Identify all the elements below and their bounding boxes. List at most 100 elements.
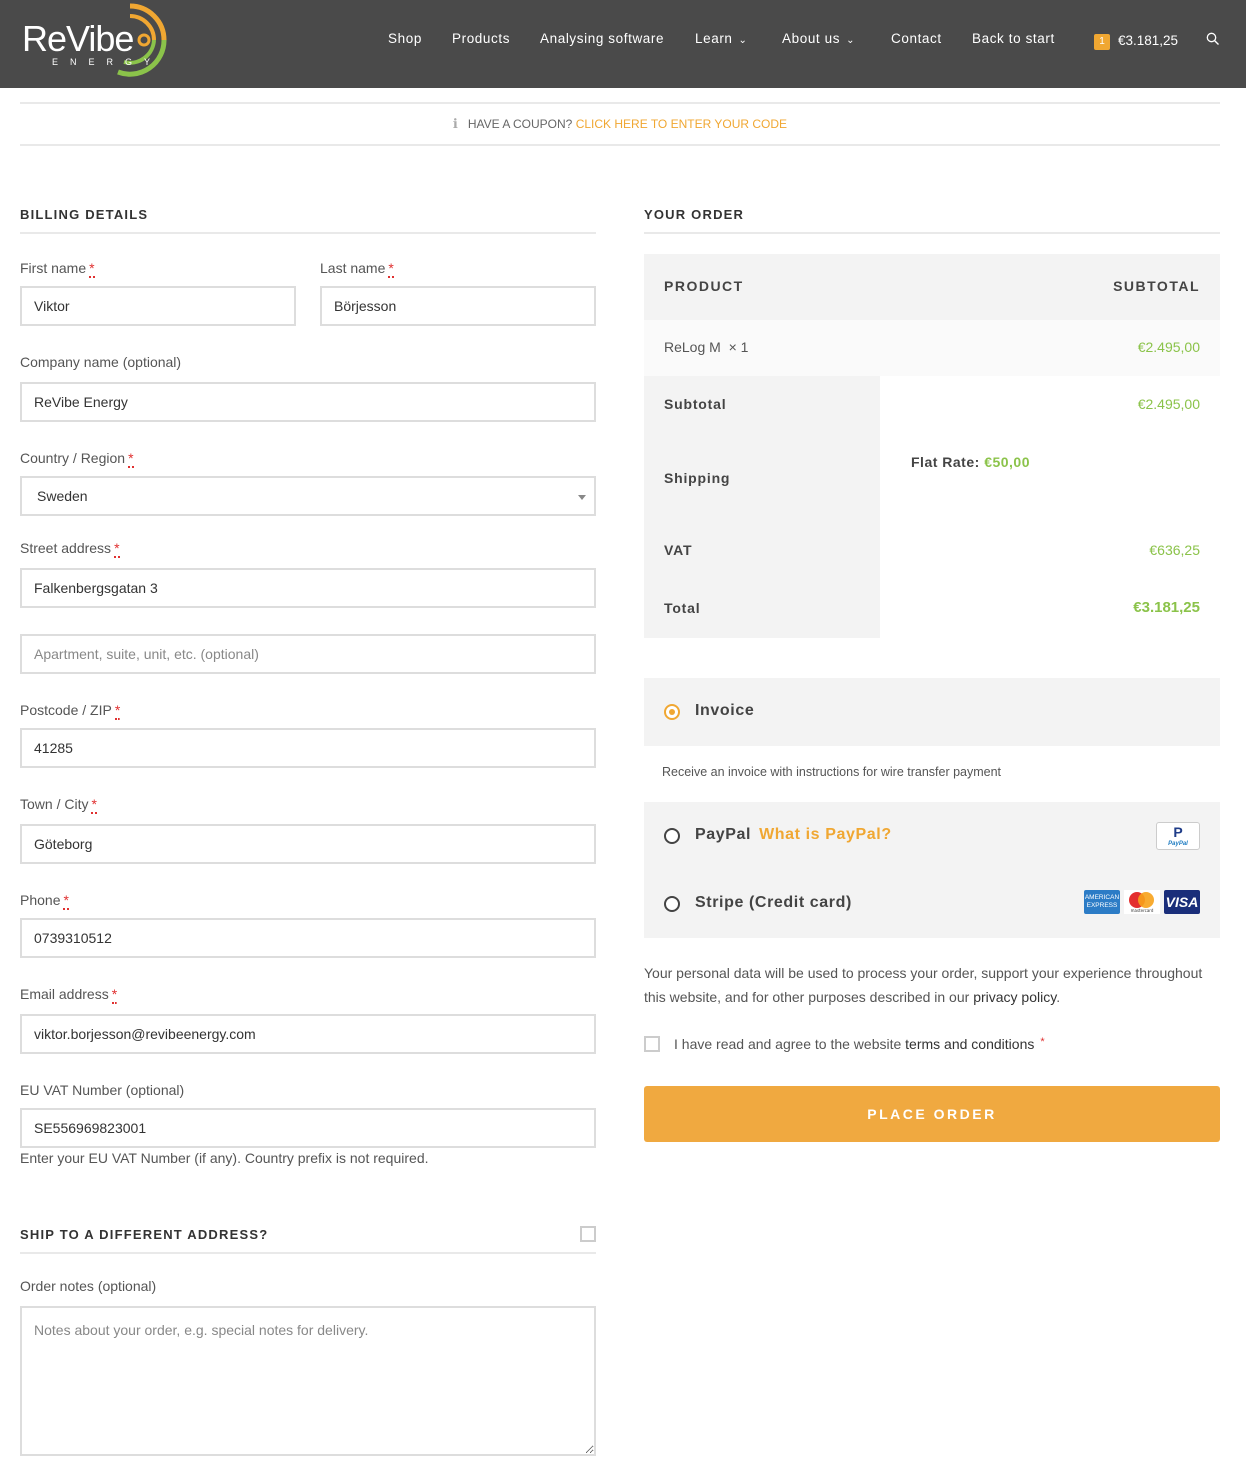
terms-link[interactable]: terms and conditions [905,1036,1034,1052]
nav-shop[interactable]: Shop [388,31,422,46]
subtotal-label: Subtotal [664,396,727,412]
postcode-label: Postcode / ZIP * [20,702,121,720]
postcode-field[interactable]: 41285 [20,728,596,768]
ship-different-heading: Ship to a different address? [20,1227,596,1254]
product-name: ReLog M × 1 [664,339,748,355]
stripe-radio[interactable] [664,896,680,912]
shipping-label: Shipping [664,470,731,486]
vat-number-label: EU VAT Number (optional) [20,1082,185,1098]
invoice-radio[interactable] [664,704,680,720]
invoice-label[interactable]: Invoice [695,702,754,720]
search-icon[interactable] [1206,31,1220,50]
last-name-label: Last name * [320,260,394,278]
place-order-button[interactable]: Place order [644,1086,1220,1142]
terms-label: I have read and agree to the website ter… [674,1036,1045,1052]
subtotal-column-header: SUBTOTAL [1113,278,1200,294]
vat-number-field[interactable]: SE556969823001 [20,1108,596,1148]
nav-contact[interactable]: Contact [891,31,942,46]
first-name-field[interactable]: Viktor [20,286,296,326]
email-label: Email address * [20,986,118,1004]
order-table-header: PRODUCT SUBTOTAL [644,254,1220,320]
paypal-radio[interactable] [664,828,680,844]
required-mark: * [1040,1036,1045,1048]
apartment-field[interactable]: Apartment, suite, unit, etc. (optional) [20,634,596,674]
flat-rate-value: €50,00 [984,454,1031,470]
info-icon: ℹ [452,116,458,131]
flat-rate-shipping: Flat Rate: €50,00 [911,454,1030,470]
last-name-field[interactable]: Börjesson [320,286,596,326]
country-select-value: Sweden [37,488,88,504]
mastercard-text: mastercard [1130,908,1154,913]
paypal-option[interactable]: PayPal What is PayPal? [695,826,892,844]
email-field[interactable]: viktor.borjesson@revibeenergy.com [20,1014,596,1054]
product-column-header: PRODUCT [664,278,744,294]
nav-analysing-software[interactable]: Analysing software [540,31,664,46]
order-notes-textarea[interactable] [20,1306,596,1456]
what-is-paypal-link[interactable]: What is PayPal? [759,826,892,843]
email-label-text: Email address [20,986,109,1002]
required-mark: * [111,986,118,1004]
privacy-policy-link[interactable]: privacy policy [973,989,1056,1005]
coupon-link[interactable]: Click here to enter your code [576,117,787,131]
product-quantity: × 1 [728,339,749,355]
required-mark: * [388,260,394,278]
nav-products[interactable]: Products [452,31,510,46]
phone-label: Phone * [20,892,69,910]
chevron-down-icon: ⌄ [846,35,856,46]
vat-label: VAT [664,542,693,558]
subtotal-value: €2.495,00 [1137,396,1200,412]
privacy-text: Your personal data will be used to proce… [644,965,1203,1005]
ship-different-checkbox[interactable] [580,1226,596,1242]
paypal-label: PayPal [695,826,752,843]
nav-about-label: About us [782,31,841,46]
paypal-badge-text: PayPal [1168,841,1188,847]
country-label: Country / Region * [20,450,134,468]
product-price: €2.495,00 [1137,339,1200,355]
total-label: Total [664,600,701,616]
paypal-logo-icon: P PayPal [1156,822,1200,850]
privacy-end: . [1056,989,1061,1005]
first-name-label: First name * [20,260,95,278]
required-mark: * [89,260,95,278]
last-name-label-text: Last name [320,260,386,276]
cart-total[interactable]: €3.181,25 [1118,33,1178,48]
mastercard-icon: mastercard [1124,890,1160,914]
coupon-text: Have a coupon? [467,117,573,131]
chevron-down-icon: ⌄ [738,35,748,46]
company-field[interactable]: ReVibe Energy [20,382,596,422]
cart-count-badge[interactable]: 1 [1094,34,1110,50]
first-name-label-text: First name [20,260,87,276]
nav-about-us[interactable]: About us ⌄ [782,31,855,46]
required-mark: * [114,702,121,720]
phone-field[interactable]: 0739310512 [20,918,596,958]
required-mark: * [114,540,120,558]
nav-learn[interactable]: Learn ⌄ [695,31,748,46]
order-notes-label: Order notes (optional) [20,1278,157,1294]
billing-details-heading: Billing details [20,207,596,234]
required-mark: * [63,892,69,910]
city-label: Town / City * [20,796,97,814]
coupon-notice: ℹ Have a coupon? Click here to enter your… [20,102,1220,146]
amex-card-icon: AMERICAN EXPRESS [1084,890,1120,914]
site-header: ReVibe ENERGY Shop Products Analysing so… [0,0,1246,88]
your-order-heading: Your order [644,207,1220,234]
vat-value: €636,25 [1149,542,1200,558]
country-select[interactable]: Sweden [20,476,596,516]
street-address-field[interactable]: Falkenbergsgatan 3 [20,568,596,608]
logo-subtext: ENERGY [52,57,163,67]
revibe-logo[interactable]: ReVibe ENERGY [22,2,167,80]
invoice-description: Receive an invoice with instructions for… [662,765,1002,779]
total-value: €3.181,25 [1133,599,1200,616]
logo-text: ReVibe [22,18,134,59]
city-label-text: Town / City [20,796,89,812]
paypal-badge-letter: P [1173,824,1183,840]
city-field[interactable]: Göteborg [20,824,596,864]
terms-checkbox[interactable] [644,1036,660,1052]
country-label-text: Country / Region [20,450,126,466]
caret-down-icon [578,495,586,500]
postcode-label-text: Postcode / ZIP [20,702,112,718]
street-label: Street address * [20,540,120,558]
stripe-label[interactable]: Stripe (Credit card) [695,894,852,912]
nav-back-to-start[interactable]: Back to start [972,31,1055,46]
required-mark: * [91,796,97,814]
